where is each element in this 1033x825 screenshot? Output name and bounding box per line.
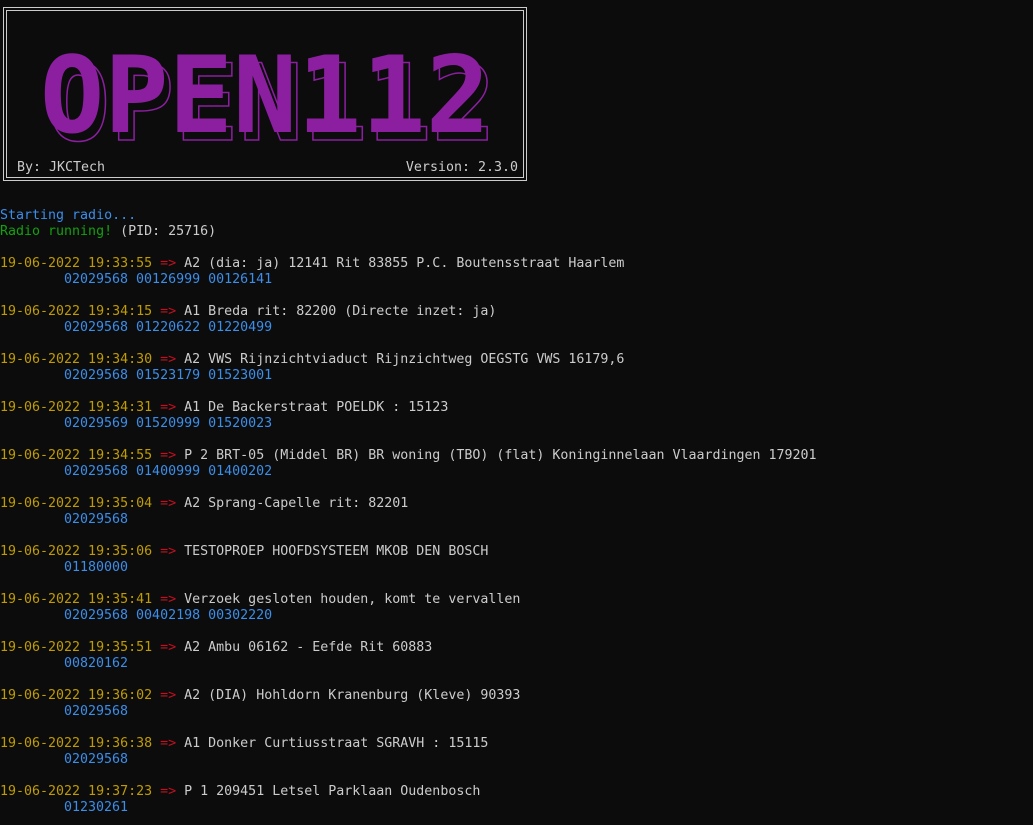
arrow-separator: => (152, 496, 185, 511)
pid-label: (PID: 25716) (112, 224, 217, 239)
message-timestamp: 19-06-2022 19:36:02 (0, 688, 153, 703)
message-text: A2 Sprang-Capelle rit: 82201 (184, 496, 409, 511)
message-capcodes: 02029568 (64, 512, 129, 527)
message-timestamp: 19-06-2022 19:37:23 (0, 784, 153, 799)
message-capcodes: 02029568 01400999 01400202 (64, 464, 273, 479)
message-line: 19-06-2022 19:33:55 => A2 (dia: ja) 1214… (0, 256, 624, 272)
arrow-separator: => (152, 736, 185, 751)
message-timestamp: 19-06-2022 19:34:15 (0, 304, 153, 319)
message-timestamp: 19-06-2022 19:34:31 (0, 400, 153, 415)
message-text: A1 Breda rit: 82200 (Directe inzet: ja) (184, 304, 497, 319)
message-capcodes: 02029568 00402198 00302220 (64, 608, 273, 623)
message-capcodes: 01230261 (64, 800, 129, 815)
message-capcodes: 02029568 01220622 01220499 (64, 320, 273, 335)
message-line: 19-06-2022 19:37:23 => P 1 209451 Letsel… (0, 784, 480, 800)
arrow-separator: => (152, 448, 185, 463)
arrow-separator: => (152, 400, 185, 415)
message-timestamp: 19-06-2022 19:33:55 (0, 256, 153, 271)
arrow-separator: => (152, 544, 185, 559)
svg-text:OPEN112: OPEN112 (40, 44, 490, 148)
message-line: 19-06-2022 19:36:38 => A1 Donker Curtius… (0, 736, 488, 752)
message-capcodes: 01180000 (64, 560, 129, 575)
message-timestamp: 19-06-2022 19:36:38 (0, 736, 153, 751)
arrow-separator: => (152, 352, 185, 367)
open112-logo: OPEN112 OPEN112 (40, 44, 497, 148)
message-timestamp: 19-06-2022 19:34:55 (0, 448, 153, 463)
message-line: 19-06-2022 19:35:41 => Verzoek gesloten … (0, 592, 520, 608)
message-text: TESTOPROEP HOOFDSYSTEEM MKOB DEN BOSCH (184, 544, 489, 559)
arrow-separator: => (152, 688, 185, 703)
message-text: A2 (DIA) Hohldorn Kranenburg (Kleve) 903… (184, 688, 521, 703)
arrow-separator: => (152, 640, 185, 655)
arrow-separator: => (152, 784, 185, 799)
message-line: 19-06-2022 19:34:30 => A2 VWS Rijnzichtv… (0, 352, 624, 368)
author-label: By: JKCTech (17, 160, 106, 175)
message-text: A1 Donker Curtiusstraat SGRAVH : 15115 (184, 736, 489, 751)
message-capcodes: 02029568 (64, 752, 129, 767)
message-text: A2 (dia: ja) 12141 Rit 83855 P.C. Bouten… (184, 256, 625, 271)
message-text: A2 Ambu 06162 - Eefde Rit 60883 (184, 640, 433, 655)
message-timestamp: 19-06-2022 19:35:06 (0, 544, 153, 559)
arrow-separator: => (152, 256, 185, 271)
app-banner: OPEN112 OPEN112 By: JKCTech Version: 2.3… (3, 7, 527, 181)
arrow-separator: => (152, 592, 185, 607)
status-running: Radio running! (PID: 25716) (0, 224, 216, 240)
message-line: 19-06-2022 19:34:15 => A1 Breda rit: 822… (0, 304, 496, 320)
message-capcodes: 02029568 00126999 00126141 (64, 272, 273, 287)
message-line: 19-06-2022 19:35:51 => A2 Ambu 06162 - E… (0, 640, 432, 656)
message-line: 19-06-2022 19:35:04 => A2 Sprang-Capelle… (0, 496, 408, 512)
message-capcodes: 02029568 01523179 01523001 (64, 368, 273, 383)
status-starting: Starting radio... (0, 208, 137, 223)
message-timestamp: 19-06-2022 19:34:30 (0, 352, 153, 367)
message-capcodes: 02029569 01520999 01520023 (64, 416, 273, 431)
version-label: Version: 2.3.0 (405, 160, 518, 175)
message-text: P 1 209451 Letsel Parklaan Oudenbosch (184, 784, 481, 799)
message-line: 19-06-2022 19:35:06 => TESTOPROEP HOOFDS… (0, 544, 488, 560)
message-text: P 2 BRT-05 (Middel BR) BR woning (TBO) (… (184, 448, 817, 463)
message-capcodes: 02029568 (64, 704, 129, 719)
message-line: 19-06-2022 19:34:31 => A1 De Backerstraa… (0, 400, 448, 416)
message-timestamp: 19-06-2022 19:35:41 (0, 592, 153, 607)
message-line: 19-06-2022 19:34:55 => P 2 BRT-05 (Midde… (0, 448, 817, 464)
message-timestamp: 19-06-2022 19:35:51 (0, 640, 153, 655)
message-text: Verzoek gesloten houden, komt te vervall… (184, 592, 521, 607)
message-timestamp: 19-06-2022 19:35:04 (0, 496, 153, 511)
message-text: A1 De Backerstraat POELDK : 15123 (184, 400, 449, 415)
message-text: A2 VWS Rijnzichtviaduct Rijnzichtweg OEG… (184, 352, 625, 367)
arrow-separator: => (152, 304, 185, 319)
message-capcodes: 00820162 (64, 656, 129, 671)
running-label: Radio running! (0, 224, 113, 239)
message-line: 19-06-2022 19:36:02 => A2 (DIA) Hohldorn… (0, 688, 520, 704)
